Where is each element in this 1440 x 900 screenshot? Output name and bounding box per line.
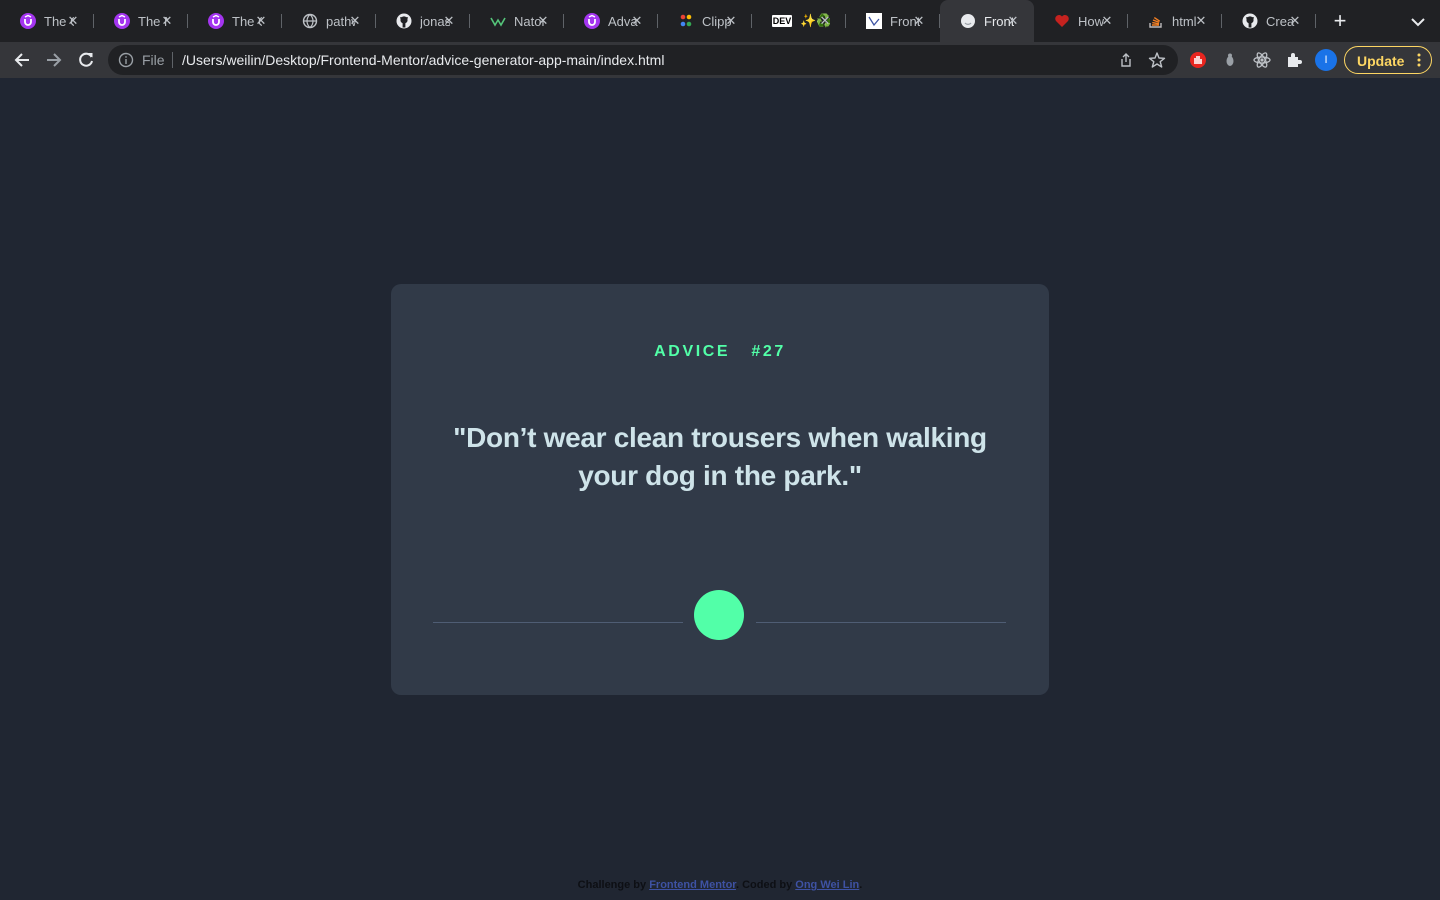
udemy-icon <box>208 13 224 29</box>
tab-close-icon[interactable]: ✕ <box>630 14 644 28</box>
browser-tab[interactable]: html ✕ <box>1128 0 1222 42</box>
bookmark-star-icon[interactable] <box>1148 51 1166 69</box>
udemy-icon <box>20 13 36 29</box>
reload-icon <box>79 52 93 67</box>
browser-tab[interactable]: Front ✕ <box>846 0 940 42</box>
new-tab-button[interactable]: + <box>1330 10 1350 32</box>
profile-avatar[interactable]: I <box>1315 49 1337 71</box>
dev-badge: DEV <box>771 15 793 27</box>
address-bar[interactable]: File /Users/weilin/Desktop/Frontend-Ment… <box>108 45 1178 75</box>
globe-icon <box>302 13 318 29</box>
reload-button[interactable] <box>76 50 96 70</box>
github-icon <box>396 13 412 29</box>
tab-close-icon[interactable]: ✕ <box>442 14 456 28</box>
tab-close-icon[interactable]: ✕ <box>1006 14 1020 28</box>
browser-tab[interactable]: The C✕ <box>0 0 94 42</box>
tab-close-icon[interactable]: ✕ <box>912 14 926 28</box>
more-vert-icon <box>1417 53 1421 67</box>
attribution-prefix: Challenge by <box>577 879 647 891</box>
attribution-footer: Challenge by Frontend Mentor. Coded by O… <box>0 879 1440 891</box>
divider-left <box>433 622 683 623</box>
update-label: Update <box>1357 53 1405 69</box>
github-icon <box>1242 13 1258 29</box>
update-button[interactable]: Update <box>1344 46 1432 74</box>
browser-tab[interactable]: pathw✕ <box>282 0 376 42</box>
tab-separator <box>1315 14 1316 28</box>
frontendmentor-icon <box>866 13 882 29</box>
browser-tab[interactable]: jonas ✕ <box>376 0 470 42</box>
tab-search-icon[interactable] <box>1408 14 1428 30</box>
tab-close-icon[interactable]: ✕ <box>254 14 268 28</box>
adblock-extension-icon[interactable] <box>1189 51 1207 69</box>
back-button[interactable] <box>12 50 32 70</box>
tab-close-icon[interactable]: ✕ <box>1288 14 1302 28</box>
react-devtools-icon[interactable] <box>1253 51 1271 69</box>
address-scheme: File <box>142 52 165 68</box>
udemy-icon <box>114 13 130 29</box>
browser-tab[interactable]: Crea ✕ <box>1222 0 1316 42</box>
stackoverflow-icon <box>1148 13 1164 29</box>
heart-icon <box>1054 13 1070 29</box>
address-url[interactable]: /Users/weilin/Desktop/Frontend-Mentor/ad… <box>182 52 664 68</box>
browser-tab[interactable]: Nator ✕ <box>470 0 564 42</box>
browser-tab[interactable]: DEV ✨♻️ ✕ <box>752 0 846 42</box>
tab-close-icon[interactable]: ✕ <box>66 14 80 28</box>
advice-quote: "Don’t wear clean trousers when walking … <box>453 422 987 491</box>
arrow-left-icon <box>14 53 29 67</box>
browser-tab[interactable]: Front ✕ <box>940 0 1034 42</box>
browser-tab[interactable]: The C✕ <box>188 0 282 42</box>
divider-right <box>756 622 1006 623</box>
browser-tab[interactable]: The N✕ <box>94 0 188 42</box>
tab-close-icon[interactable]: ✕ <box>724 14 738 28</box>
page-viewport: ADVICE #27 "Don’t wear clean trousers wh… <box>0 78 1440 900</box>
forward-button[interactable] <box>44 50 64 70</box>
tab-close-icon[interactable]: ✕ <box>818 14 832 28</box>
extensions-puzzle-icon[interactable] <box>1285 51 1303 69</box>
browser-tab[interactable]: Adva ✕ <box>564 0 658 42</box>
info-icon[interactable] <box>118 52 134 68</box>
blank-page-icon <box>960 13 976 29</box>
browser-tab[interactable]: Clipp ✕ <box>658 0 752 42</box>
tab-strip: The C✕The N✕The C✕pathw✕jonas✕Nator✕Adva… <box>0 0 1440 42</box>
udemy-icon <box>584 13 600 29</box>
attribution-middle: . Coded by <box>735 879 793 891</box>
dots-icon <box>678 13 694 29</box>
attribution-suffix: . <box>859 879 863 891</box>
author-link[interactable]: Ong Wei Lin <box>795 879 859 891</box>
address-divider <box>172 52 173 68</box>
frontend-mentor-link[interactable]: Frontend Mentor <box>649 879 736 891</box>
advice-number: #27 <box>751 343 786 360</box>
advice-heading: ADVICE #27 <box>391 343 1049 361</box>
share-icon[interactable] <box>1118 52 1134 68</box>
advice-label: ADVICE <box>654 343 731 360</box>
arrow-right-icon <box>47 53 62 67</box>
extension-bug-icon[interactable] <box>1221 51 1239 69</box>
tab-close-icon[interactable]: ✕ <box>348 14 362 28</box>
browser-tab[interactable]: How ✕ <box>1034 0 1128 42</box>
natours-icon <box>490 13 506 29</box>
tab-close-icon[interactable]: ✕ <box>536 14 550 28</box>
tab-close-icon[interactable]: ✕ <box>1194 14 1208 28</box>
dev-icon: DEV <box>771 13 793 29</box>
tab-close-icon[interactable]: ✕ <box>1100 14 1114 28</box>
new-advice-dice-button[interactable] <box>694 590 744 640</box>
tab-close-icon[interactable]: ✕ <box>160 14 174 28</box>
